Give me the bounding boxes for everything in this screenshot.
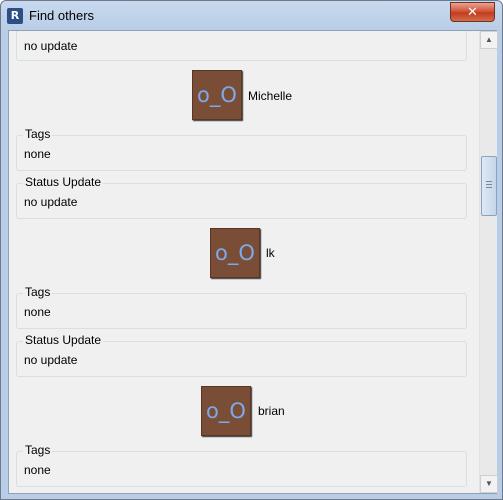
down-arrow-icon: ▼ (485, 479, 493, 488)
app-logo-icon: R (7, 8, 23, 24)
tags-title: Tags (23, 127, 53, 141)
avatar[interactable]: o_O (201, 386, 251, 436)
status-section: Status Update no update (16, 333, 467, 377)
status-value: no update (24, 39, 78, 53)
username[interactable]: Michelle (248, 89, 292, 103)
username[interactable]: brian (258, 404, 285, 418)
vertical-scrollbar[interactable]: ▲ ▼ (479, 31, 498, 493)
status-value: no update (24, 195, 78, 209)
grip-line (486, 184, 492, 185)
avatar[interactable]: o_O (210, 228, 260, 278)
tags-section: Tags none (16, 285, 467, 329)
close-button[interactable]: ✕ (450, 2, 495, 22)
window-title: Find others (29, 8, 95, 23)
close-icon: ✕ (467, 4, 478, 19)
status-title: Status Update (23, 333, 104, 347)
grip-line (486, 181, 492, 182)
scroll-down-button[interactable]: ▼ (480, 475, 498, 493)
results-list[interactable]: no update o_O Michelle Tags none Status … (9, 31, 479, 493)
tags-value: none (24, 305, 51, 319)
status-section: no update (16, 31, 467, 61)
status-title: Status Update (23, 175, 104, 189)
tags-value: none (24, 147, 51, 161)
title-bar[interactable]: R Find others ✕ (1, 1, 502, 30)
tags-value: none (24, 463, 51, 477)
tags-section: Tags none (16, 127, 467, 171)
tags-title: Tags (23, 443, 53, 457)
results-panel: no update o_O Michelle Tags none Status … (8, 30, 498, 494)
tags-title: Tags (23, 285, 53, 299)
scroll-thumb[interactable] (481, 156, 497, 216)
username[interactable]: lk (266, 246, 275, 260)
tags-section: Tags none (16, 443, 467, 487)
status-section: Status Update no update (16, 175, 467, 219)
grip-line (486, 187, 492, 188)
find-others-window: R Find others ✕ no update o_O Michelle T… (0, 0, 503, 500)
status-value: no update (24, 353, 78, 367)
up-arrow-icon: ▲ (485, 35, 493, 44)
avatar[interactable]: o_O (192, 70, 242, 120)
scroll-up-button[interactable]: ▲ (480, 31, 498, 49)
